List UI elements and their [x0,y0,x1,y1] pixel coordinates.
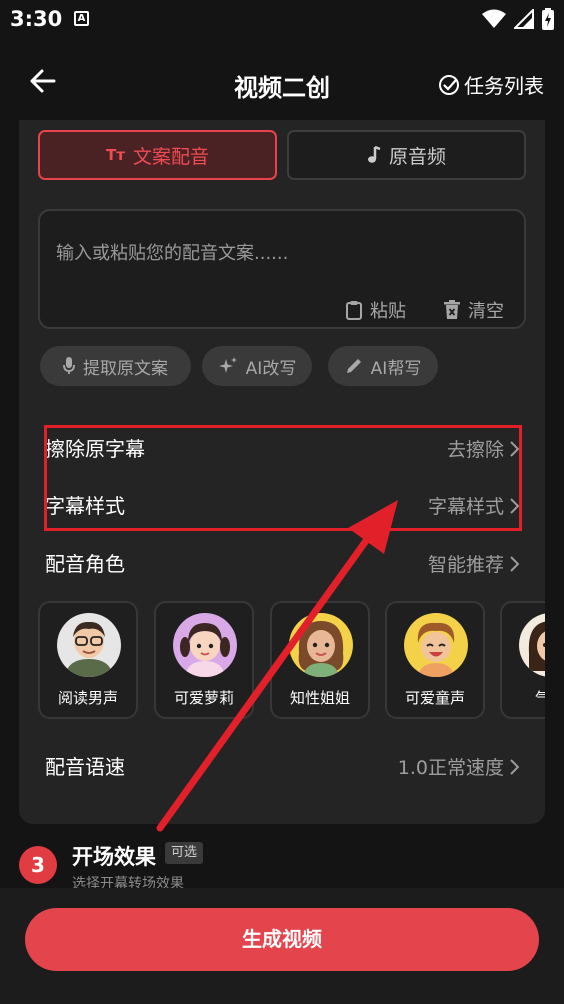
tab-original-audio[interactable]: 原音频 [287,130,526,180]
tab-label: 原音频 [388,145,446,168]
app-header: 视频二创 任务列表 [0,40,564,126]
microphone-icon [63,357,75,374]
pencil-icon [346,359,361,373]
voice-speed-label: 配音语速 [45,755,125,779]
avatar [289,613,353,677]
sparkle-icon [218,357,237,373]
wifi-icon [482,9,506,28]
voice-name: 可爱萝莉 [173,689,234,707]
clear-button[interactable]: 清空 [444,297,504,323]
chip-label: AI改写 [245,358,297,379]
tab-label: 文案配音 [132,145,209,168]
tab-script-dubbing[interactable]: Tт 文案配音 [38,130,277,180]
voice-card[interactable]: 气质 [500,601,545,719]
extract-script-button[interactable]: 提取原文案 [40,346,191,386]
avatar [404,613,468,677]
voice-name: 气质 [502,687,545,708]
status-bar: 3:30 A [0,0,564,40]
cute-girl-avatar-icon [180,623,230,677]
step-number-badge: 3 [19,846,57,884]
bottom-bar: 生成视频 [0,888,564,1004]
chevron-right-icon [510,555,519,572]
chip-label: 提取原文案 [83,358,168,379]
clear-label: 清空 [468,301,504,322]
script-placeholder: 输入或粘贴您的配音文案...... [56,243,289,264]
voice-role-label: 配音角色 [45,552,125,576]
voice-name: 可爱童声 [404,689,465,707]
male-reader-avatar-icon [65,621,113,677]
generate-video-button[interactable]: 生成视频 [25,908,539,971]
script-text-input[interactable]: 输入或粘贴您的配音文案...... 粘贴 清空 [38,209,526,329]
step-title: 开场效果 [72,845,156,869]
ai-rewrite-button[interactable]: AI改写 [202,346,312,386]
ai-write-button[interactable]: AI帮写 [328,346,438,386]
intellectual-sister-avatar-icon [298,621,344,677]
voice-card[interactable]: 可爱童声 [385,601,485,719]
voice-card[interactable]: 可爱萝莉 [154,601,254,719]
clipboard-icon [346,301,362,320]
opening-effect-section[interactable]: 3 开场效果 可选 选择开幕转场效果 [0,824,564,894]
task-list-button[interactable]: 任务列表 [438,70,544,99]
status-time: 3:30 [10,7,63,31]
chevron-right-icon [510,758,519,775]
chip-label: AI帮写 [370,358,422,379]
voice-role-button[interactable]: 智能推荐 [428,550,519,577]
music-note-icon [367,146,381,163]
voice-name: 知性姐姐 [289,689,350,707]
voice-role-action: 智能推荐 [427,554,504,576]
avatar [519,613,545,677]
annotation-highlight-box [44,425,522,531]
child-voice-avatar-icon [417,622,455,677]
check-circle-icon [439,74,459,95]
task-list-label: 任务列表 [464,74,544,98]
avatar [57,613,121,677]
paste-label: 粘贴 [370,301,406,322]
status-icons [482,8,554,30]
voice-card[interactable]: 知性姐姐 [270,601,370,719]
notification-icon: A [74,11,89,26]
battery-icon [542,8,554,30]
paste-button[interactable]: 粘贴 [346,297,406,323]
trash-icon [444,300,460,319]
voice-name: 阅读男声 [57,689,118,707]
signal-icon [514,9,534,29]
elegant-voice-avatar-icon [528,621,545,671]
text-format-icon: Tт [106,146,125,164]
voice-speed-action: 1.0正常速度 [397,757,504,779]
voice-speed-button[interactable]: 1.0正常速度 [398,753,519,780]
voice-card[interactable]: 阅读男声 [38,601,138,719]
avatar [173,613,237,677]
optional-tag: 可选 [165,842,204,864]
